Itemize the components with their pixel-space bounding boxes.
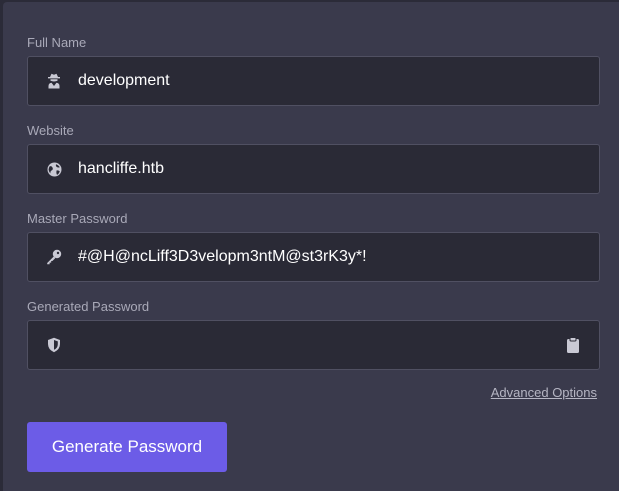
master-password-field[interactable]: #@H@ncLiff3D3velopm3ntM@st3rK3y*! xyxy=(27,232,600,282)
website-label: Website xyxy=(27,123,74,138)
full-name-value: development xyxy=(78,72,170,89)
shield-icon xyxy=(46,337,62,353)
advanced-options-link[interactable]: Advanced Options xyxy=(491,385,597,400)
generated-password-label: Generated Password xyxy=(27,299,150,314)
generate-password-button[interactable]: Generate Password xyxy=(27,422,227,472)
globe-icon xyxy=(46,161,62,177)
full-name-label: Full Name xyxy=(27,35,87,50)
master-password-value: #@H@ncLiff3D3velopm3ntM@st3rK3y*! xyxy=(78,248,367,265)
user-secret-icon xyxy=(46,73,62,89)
key-icon xyxy=(46,249,62,265)
clipboard-icon[interactable] xyxy=(565,337,581,353)
generated-password-field[interactable] xyxy=(27,320,600,370)
master-password-label: Master Password xyxy=(27,211,128,226)
website-field[interactable]: hancliffe.htb xyxy=(27,144,600,194)
password-generator-panel: Full Name development Website hancliffe.… xyxy=(3,2,619,491)
website-value: hancliffe.htb xyxy=(78,160,164,177)
full-name-field[interactable]: development xyxy=(27,56,600,106)
